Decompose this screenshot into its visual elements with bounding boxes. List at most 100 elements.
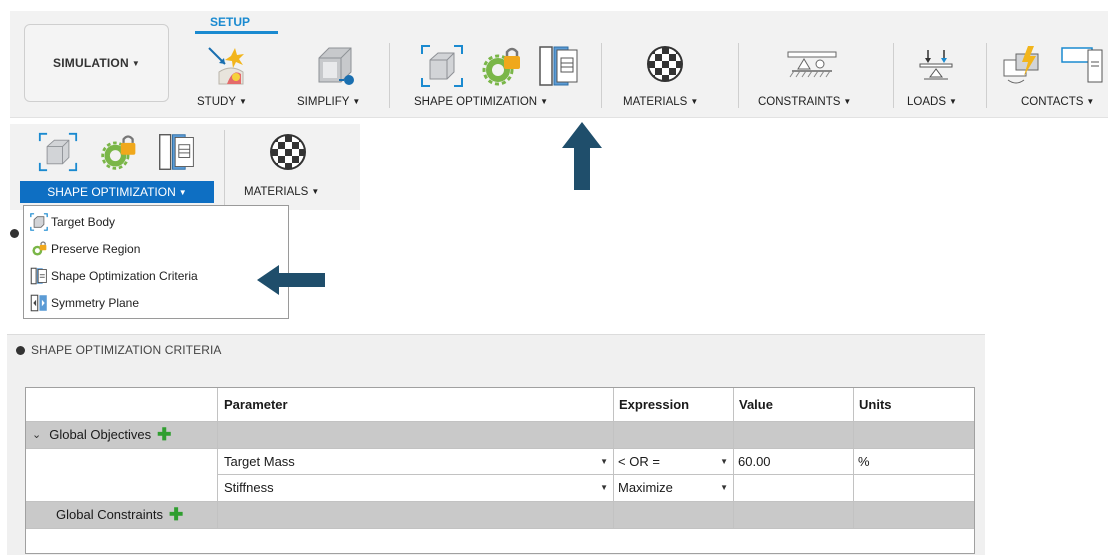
up-arrow-annotation: [560, 120, 604, 192]
study-menu-button[interactable]: STUDY ▼: [197, 96, 247, 108]
parameter-value: Target Mass: [224, 453, 295, 469]
section-label: Global Constraints: [56, 507, 163, 522]
simplify-label: SIMPLIFY: [297, 96, 350, 108]
menu-item-label: Target Body: [51, 215, 116, 229]
group-divider: [389, 43, 390, 108]
chevron-down-icon: ▼: [178, 187, 187, 197]
panel-title: SHAPE OPTIMIZATION CRITERIA: [31, 343, 222, 357]
materials-label: MATERIALS: [623, 96, 688, 108]
materials-icon[interactable]: [268, 132, 308, 172]
chevron-down-icon: ▼: [131, 58, 140, 68]
contacts-menu-button[interactable]: CONTACTS ▼: [1021, 96, 1094, 108]
parameter-value: Stiffness: [224, 480, 274, 495]
loads-icon[interactable]: [918, 48, 954, 82]
add-constraint-icon[interactable]: ✚: [169, 506, 183, 523]
preserve-region-icon[interactable]: [480, 44, 524, 88]
materials-menu-button[interactable]: MATERIALS ▼: [623, 96, 698, 108]
grid-line: [853, 388, 854, 528]
add-objective-icon[interactable]: ✚: [157, 426, 171, 443]
section-label: Global Objectives: [49, 427, 152, 442]
constraints-menu-button[interactable]: CONSTRAINTS ▼: [758, 96, 851, 108]
group-divider: [738, 43, 739, 108]
menu-item-label: Shape Optimization Criteria: [51, 269, 198, 283]
grid-line: [733, 388, 734, 528]
column-header-value: Value: [739, 397, 773, 412]
menu-item-preserve-region[interactable]: Preserve Region: [30, 238, 140, 260]
menu-item-target-body[interactable]: Target Body: [30, 211, 115, 233]
shape-optimization-label: SHAPE OPTIMIZATION: [414, 96, 538, 108]
chevron-down-icon: ▼: [311, 187, 320, 196]
contacts-label: CONTACTS: [1021, 96, 1084, 108]
workspace-label: SIMULATION: [53, 56, 129, 70]
chevron-down-icon: ▼: [690, 97, 699, 106]
expression-select[interactable]: Maximize ▼: [618, 474, 728, 501]
group-divider: [601, 43, 602, 108]
menu-item-label: Symmetry Plane: [51, 296, 140, 310]
constraints-label: CONSTRAINTS: [758, 96, 841, 108]
group-divider: [893, 43, 894, 108]
column-header-units: Units: [859, 397, 892, 412]
chevron-down-icon: ▼: [843, 97, 852, 106]
symmetry-plane-icon: [30, 294, 48, 312]
shape-optimization-criteria-icon[interactable]: [537, 44, 581, 88]
menu-item-shape-optimization-criteria[interactable]: Shape Optimization Criteria: [30, 265, 198, 287]
target-body-icon[interactable]: [38, 132, 78, 172]
study-label: STUDY: [197, 96, 236, 108]
materials-label: MATERIALS: [244, 186, 309, 198]
preserve-region-icon: [30, 240, 48, 258]
simplify-icon[interactable]: [313, 44, 357, 88]
tab-setup[interactable]: SETUP: [210, 15, 250, 29]
materials-icon[interactable]: [645, 44, 685, 84]
section-global-constraints[interactable]: Global Constraints ✚: [56, 501, 183, 528]
group-divider: [986, 43, 987, 108]
chevron-down-icon: ▼: [238, 97, 247, 106]
preserve-region-icon[interactable]: [99, 132, 139, 172]
grid-line: [217, 388, 218, 528]
chevron-down-icon: ▼: [600, 456, 608, 466]
constraints-icon[interactable]: [786, 50, 838, 80]
loads-label: LOADS: [907, 96, 946, 108]
menu-item-symmetry-plane[interactable]: Symmetry Plane: [30, 292, 139, 314]
materials-menu-button[interactable]: MATERIALS ▼: [244, 186, 319, 198]
shape-optimization-menu-button-active[interactable]: SHAPE OPTIMIZATION ▼: [20, 181, 214, 203]
chevron-down-icon: ▼: [720, 483, 728, 492]
chevron-down-icon: ▼: [352, 97, 361, 106]
criteria-table: Parameter Expression Value Units ⌄ Globa…: [25, 387, 975, 554]
collapse-icon[interactable]: [16, 345, 25, 355]
parameter-select[interactable]: Target Mass ▼: [224, 448, 608, 474]
shape-optimization-label: SHAPE OPTIMIZATION: [47, 185, 176, 199]
shape-optimization-criteria-icon[interactable]: [157, 132, 197, 172]
target-body-icon[interactable]: [420, 44, 464, 88]
menu-item-label: Preserve Region: [51, 242, 141, 256]
units-cell: %: [858, 453, 870, 469]
chevron-down-icon: ▼: [600, 483, 608, 492]
expression-select[interactable]: < OR = ▼: [618, 448, 728, 474]
expression-value: Maximize: [618, 480, 673, 495]
contacts-icon[interactable]: [1002, 44, 1106, 88]
study-icon[interactable]: [205, 44, 249, 88]
panel-header[interactable]: SHAPE OPTIMIZATION CRITERIA: [16, 343, 222, 357]
column-header-expression: Expression: [619, 397, 690, 412]
column-header-parameter: Parameter: [224, 397, 288, 412]
collapse-icon[interactable]: [10, 229, 19, 238]
chevron-down-icon: ▼: [540, 97, 549, 106]
grid-line: [26, 528, 974, 529]
shape-optimization-menu-button[interactable]: SHAPE OPTIMIZATION ▼: [414, 96, 548, 108]
shape-optimization-dropdown: Target Body Preserve Region Shape Optimi…: [23, 205, 289, 319]
chevron-down-icon: ▼: [949, 97, 957, 106]
expression-value: < OR =: [618, 453, 660, 469]
loads-menu-button[interactable]: LOADS ▼: [907, 96, 957, 108]
value-input[interactable]: 60.00: [738, 448, 771, 474]
grid-line: [613, 388, 614, 528]
workspace-switcher-button[interactable]: SIMULATION ▼: [24, 24, 169, 102]
left-arrow-annotation: [255, 263, 327, 297]
chevron-down-icon: ▼: [1086, 97, 1095, 106]
parameter-select[interactable]: Stiffness ▼: [224, 474, 608, 501]
simplify-menu-button[interactable]: SIMPLIFY ▼: [297, 96, 360, 108]
section-global-objectives[interactable]: ⌄ Global Objectives ✚: [32, 421, 171, 448]
chevron-down-icon[interactable]: ⌄: [32, 428, 41, 441]
group-divider: [224, 130, 225, 205]
criteria-icon: [30, 267, 48, 285]
tab-active-indicator: [195, 31, 278, 34]
chevron-down-icon: ▼: [720, 456, 728, 466]
